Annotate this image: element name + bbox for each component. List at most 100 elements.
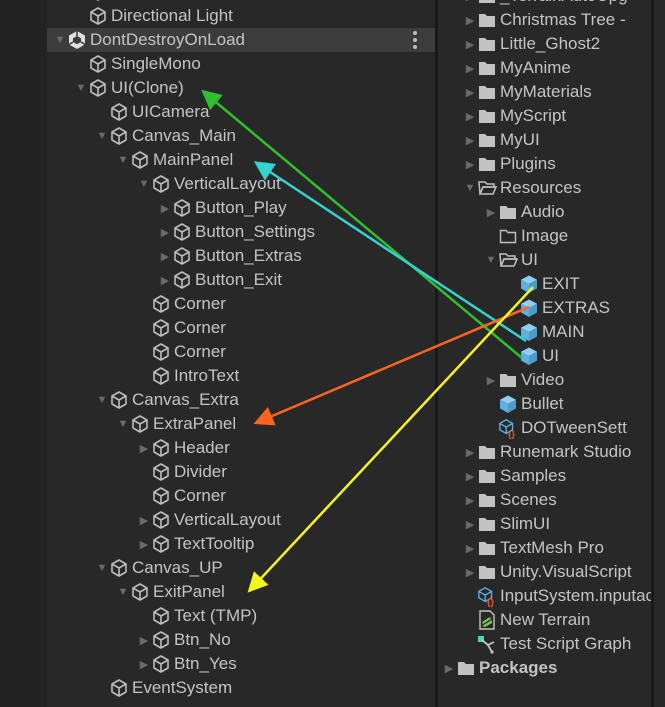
hierarchy-row[interactable]: ▼ DontDestroyOnLoad [47,28,435,52]
collapse-arrow-icon[interactable]: ▶ [158,196,172,220]
expand-arrow-icon[interactable]: ▼ [116,148,130,172]
hierarchy-row[interactable]: ▼ MainPanel [0,148,435,172]
hierarchy-row[interactable]: ▼ Canvas_UP [0,556,435,580]
collapse-arrow-icon[interactable]: ▶ [137,532,151,556]
expand-arrow-icon[interactable]: ▼ [463,176,477,200]
collapse-arrow-icon[interactable]: ▶ [463,464,477,488]
hierarchy-row[interactable]: ▶ Button_Extras [0,244,435,268]
collapse-arrow-icon[interactable]: ▶ [463,56,477,80]
hierarchy-row[interactable]: ▼ UI(Clone) [0,76,435,100]
expand-arrow-icon[interactable]: ▼ [116,580,130,604]
project-row[interactable]: ▶ Unity.VisualScript [438,560,651,584]
expand-arrow-icon[interactable]: ▼ [74,76,88,100]
collapse-arrow-icon[interactable]: ▶ [463,32,477,56]
project-row[interactable]: ▶ MyScript [438,104,651,128]
expand-arrow-icon[interactable]: ▼ [95,388,109,412]
collapse-arrow-icon[interactable]: ▶ [463,104,477,128]
project-row[interactable]: EXIT [438,272,651,296]
collapse-arrow-icon[interactable]: ▶ [463,488,477,512]
project-row[interactable]: ▶ Video [438,368,651,392]
collapse-arrow-icon[interactable]: ▶ [463,128,477,152]
project-row[interactable]: EXTRAS [438,296,651,320]
hierarchy-row[interactable]: ▼ ExitPanel [0,580,435,604]
hierarchy-row[interactable]: SingleMono [0,52,435,76]
scene-menu-kebab-icon[interactable] [413,31,417,49]
hierarchy-row[interactable]: Corner [0,316,435,340]
hierarchy-row[interactable]: ▶ Button_Exit [0,268,435,292]
project-row[interactable]: ▶ Christmas Tree - [438,8,651,32]
project-row[interactable]: Test Script Graph [438,632,651,656]
expand-arrow-icon[interactable]: ▼ [95,124,109,148]
project-row[interactable]: ▼ Resources [438,176,651,200]
project-row[interactable]: ▶ Runemark Studio [438,440,651,464]
collapse-arrow-icon[interactable]: ▶ [463,0,477,8]
project-row[interactable]: ▶ MyAnime [438,56,651,80]
collapse-arrow-icon[interactable]: ▶ [137,436,151,460]
project-row[interactable]: Image [438,224,651,248]
project-row[interactable]: ▶ MyUI [438,128,651,152]
hierarchy-row[interactable]: ▶ Button_Play [0,196,435,220]
hierarchy-row[interactable]: ▼ Canvas_Main [0,124,435,148]
scrollbar-area[interactable] [654,0,665,707]
hierarchy-row[interactable]: ▶ TextTooltip [0,532,435,556]
expand-arrow-icon[interactable]: ▼ [53,28,67,52]
project-row[interactable]: ▶ Scenes [438,488,651,512]
hierarchy-row[interactable]: Corner [0,340,435,364]
expand-arrow-icon[interactable]: ▼ [116,412,130,436]
collapse-arrow-icon[interactable]: ▶ [484,200,498,224]
collapse-arrow-icon[interactable]: ▶ [463,80,477,104]
project-row[interactable]: ▶ Little_Ghost2 [438,32,651,56]
hierarchy-row[interactable]: Corner [0,292,435,316]
project-row[interactable]: {} InputSystem.inputactions [438,584,651,608]
hierarchy-row[interactable]: IntroText [0,364,435,388]
project-row[interactable]: {} DOTweenSett [438,416,651,440]
collapse-arrow-icon[interactable]: ▶ [463,560,477,584]
project-row[interactable]: ▶ MyMaterials [438,80,651,104]
collapse-arrow-icon[interactable]: ▶ [442,656,456,680]
collapse-arrow-icon[interactable]: ▶ [463,440,477,464]
hierarchy-row[interactable]: ▶ Btn_Yes [0,652,435,676]
collapse-arrow-icon[interactable]: ▶ [137,652,151,676]
hierarchy-row[interactable]: ▼ ExtraPanel [0,412,435,436]
hierarchy-row[interactable]: Divider [0,460,435,484]
project-row[interactable]: ▶ Packages [438,656,651,680]
hierarchy-row[interactable]: Text (TMP) [0,604,435,628]
expand-arrow-icon[interactable]: ▼ [95,556,109,580]
collapse-arrow-icon[interactable]: ▶ [463,8,477,32]
project-row[interactable]: ▶ Samples [438,464,651,488]
collapse-arrow-icon[interactable]: ▶ [158,244,172,268]
project-row[interactable]: ▼ UI [438,248,651,272]
collapse-arrow-icon[interactable]: ▶ [137,508,151,532]
project-row[interactable]: MAIN [438,320,651,344]
collapse-arrow-icon[interactable]: ▶ [158,220,172,244]
hierarchy-row[interactable]: ▼ VerticalLayout [0,172,435,196]
hierarchy-row[interactable]: ▶ Header [0,436,435,460]
expand-arrow-icon[interactable]: ▼ [137,172,151,196]
hierarchy-row[interactable]: ▶ Btn_No [0,628,435,652]
collapse-arrow-icon[interactable]: ▶ [463,152,477,176]
collapse-arrow-icon[interactable]: ▶ [463,536,477,560]
gameobject-icon [151,366,171,386]
project-row[interactable]: ▶ SlimUI [438,512,651,536]
expand-arrow-icon[interactable]: ▼ [484,248,498,272]
project-row[interactable]: UI [438,344,651,368]
collapse-arrow-icon[interactable]: ▶ [484,368,498,392]
hierarchy-row[interactable]: ▶ Button_Settings [0,220,435,244]
hierarchy-row[interactable]: Directional Light [0,4,435,28]
collapse-arrow-icon[interactable]: ▶ [463,512,477,536]
hierarchy-row[interactable]: ▼ Canvas_Extra [0,388,435,412]
hierarchy-row[interactable]: Corner [0,484,435,508]
collapse-arrow-icon[interactable]: ▶ [137,628,151,652]
project-row[interactable]: New Terrain [438,608,651,632]
project-row[interactable]: Bullet [438,392,651,416]
collapse-arrow-icon[interactable]: ▶ [158,268,172,292]
project-row[interactable]: ▶ Plugins [438,152,651,176]
project-row[interactable]: ▶ _TerrainAutoUpg [438,0,651,8]
hierarchy-row[interactable]: EventSystem [0,676,435,700]
project-row[interactable]: ▶ Audio [438,200,651,224]
hierarchy-row[interactable]: ▶ VerticalLayout [0,508,435,532]
hierarchy-row[interactable]: UICamera [0,100,435,124]
project-row[interactable]: ▶ TextMesh Pro [438,536,651,560]
